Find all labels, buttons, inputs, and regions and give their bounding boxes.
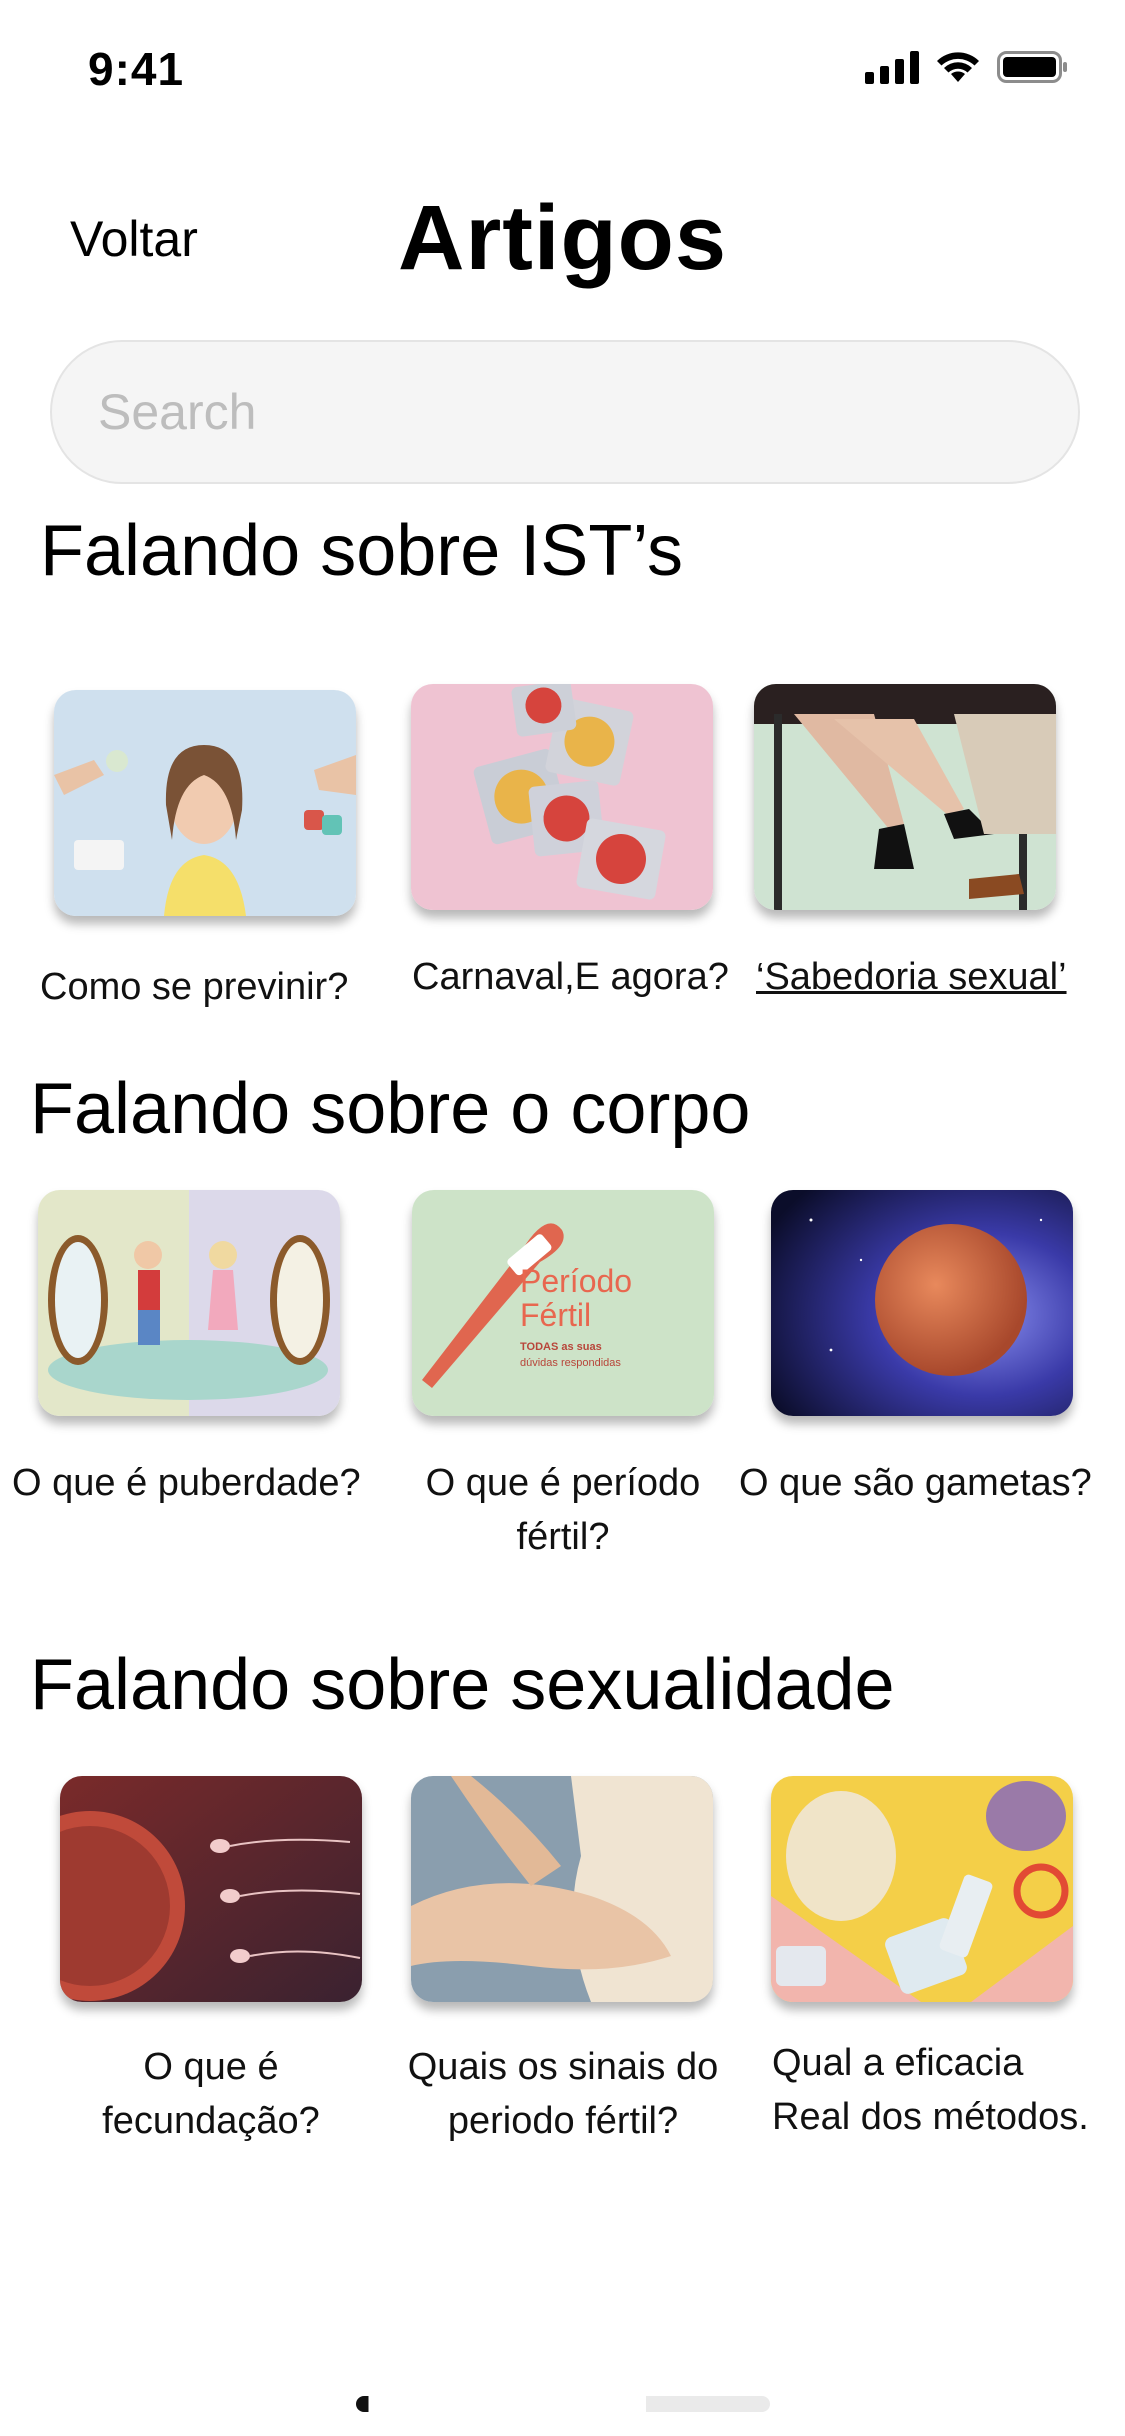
- article-caption[interactable]: Como se previnir?: [40, 960, 348, 1014]
- article-card-carnaval[interactable]: [411, 684, 713, 910]
- status-time: 9:41: [88, 43, 185, 95]
- article-caption[interactable]: O que é período fértil?: [412, 1456, 714, 1564]
- article-card-como-se-previnir[interactable]: [54, 690, 356, 916]
- caption-line: fecundação?: [102, 2100, 320, 2142]
- caption-line: fértil?: [516, 1516, 610, 1558]
- article-caption[interactable]: Carnaval,E agora?: [412, 950, 729, 1004]
- article-card-fecundacao[interactable]: [60, 1776, 362, 2002]
- condoms-image: [411, 684, 713, 910]
- caption-line: periodo fértil?: [447, 2100, 679, 2142]
- search-input[interactable]: [98, 342, 998, 482]
- article-card-gametas[interactable]: [771, 1190, 1073, 1416]
- article-caption[interactable]: O que é fecundação?: [60, 2040, 362, 2148]
- image-text: Fértil: [520, 1297, 591, 1333]
- image-text: Período: [520, 1263, 632, 1299]
- ovum-image: [771, 1190, 1073, 1416]
- image-text: TODAS as suas: [520, 1341, 602, 1353]
- caption-line: Real dos métodos.: [772, 2096, 1089, 2138]
- puberty-mirror-image: [38, 1190, 340, 1416]
- caption-line: Qual a eficacia: [772, 2042, 1024, 2084]
- woman-thinking-contraceptives-image: [54, 690, 356, 916]
- home-indicator[interactable]: [356, 2396, 770, 2412]
- article-caption[interactable]: O que são gametas?: [739, 1456, 1092, 1510]
- fertilization-image: [60, 1776, 362, 2002]
- article-card-puberdade[interactable]: [38, 1190, 340, 1416]
- legs-heels-image: [754, 684, 1056, 910]
- cellular-signal-icon: [865, 50, 919, 84]
- contraceptive-methods-image: [771, 1776, 1073, 2002]
- caption-line: O que é: [143, 2046, 279, 2088]
- section-title-corpo: Falando sobre o corpo: [30, 1069, 751, 1149]
- article-card-periodo-fertil[interactable]: Período Fértil TODAS as suas dúvidas res…: [412, 1190, 714, 1416]
- article-caption[interactable]: O que é puberdade?: [12, 1456, 361, 1510]
- caption-line: Quais os sinais do: [407, 2046, 719, 2088]
- article-card-sinais-periodo-fertil[interactable]: [411, 1776, 713, 2002]
- section-title-sexualidade: Falando sobre sexualidade: [30, 1645, 895, 1725]
- fertile-period-thermometer-image: Período Fértil TODAS as suas dúvidas res…: [412, 1190, 714, 1416]
- wifi-icon: [937, 52, 979, 82]
- status-bar: 9:41: [0, 0, 1125, 132]
- battery-icon: [997, 51, 1067, 83]
- article-caption[interactable]: Quais os sinais do periodo fértil?: [398, 2040, 728, 2148]
- section-title-ists: Falando sobre IST’s: [40, 511, 684, 591]
- page-title: Artigos: [398, 187, 727, 289]
- search-bar[interactable]: [50, 340, 1080, 484]
- caption-line: O que é período: [425, 1462, 701, 1504]
- image-text: dúvidas respondidas: [520, 1357, 621, 1369]
- status-icons: [865, 50, 1069, 84]
- article-caption-link[interactable]: ‘Sabedoria sexual’: [756, 950, 1067, 1004]
- woman-body-image: [411, 1776, 713, 2002]
- article-card-eficacia-metodos[interactable]: [771, 1776, 1073, 2002]
- article-card-sabedoria-sexual[interactable]: [754, 684, 1056, 910]
- article-caption[interactable]: Qual a eficacia Real dos métodos.: [772, 2036, 1089, 2144]
